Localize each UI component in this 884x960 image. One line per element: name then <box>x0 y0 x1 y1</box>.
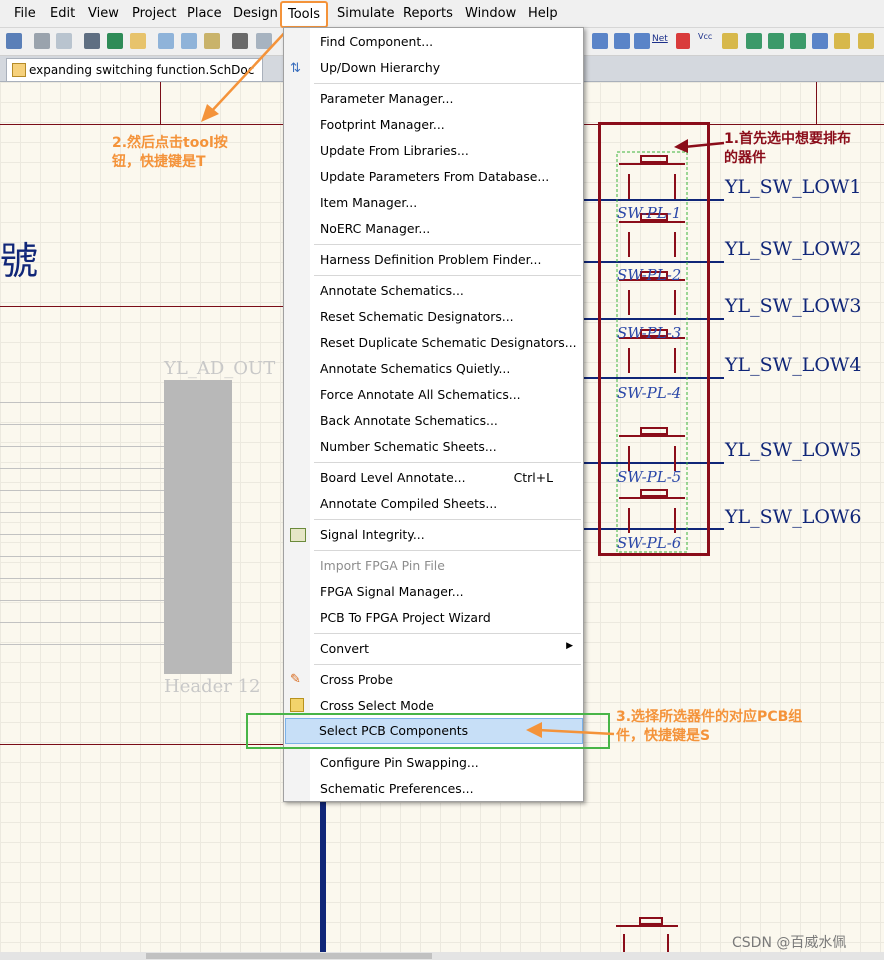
menu-item-pcb-to-fpga-wizard[interactable]: PCB To FPGA Project Wizard <box>320 610 491 625</box>
net-label[interactable]: YL_SW_LOW6 <box>725 506 862 528</box>
menu-view[interactable]: View <box>88 6 119 21</box>
header-designator: YL_AD_OUT <box>164 358 276 379</box>
header-pins <box>0 402 164 664</box>
menu-item-update-parameters-from-database[interactable]: Update Parameters From Database... <box>320 169 549 184</box>
selection-box-annotation <box>598 122 710 556</box>
menu-item-item-manager[interactable]: Item Manager... <box>320 195 417 210</box>
print-icon[interactable] <box>34 33 50 49</box>
annotation-step3: 3.选择所选器件的对应PCB组件，快捷键是S <box>616 709 803 744</box>
menu-item-harness-definition-problem-finder[interactable]: Harness Definition Problem Finder... <box>320 252 541 267</box>
tools-menu: Find Component... Up/Down Hierarchy ⇅ Pa… <box>283 27 584 802</box>
print-preview-icon[interactable] <box>56 33 72 49</box>
menu-item-reset-schematic-designators[interactable]: Reset Schematic Designators... <box>320 309 514 324</box>
harness-icon[interactable] <box>812 33 828 49</box>
cross-select-icon <box>290 698 304 712</box>
menu-window[interactable]: Window <box>465 6 516 21</box>
menu-edit[interactable]: Edit <box>50 6 75 21</box>
menu-item-schematic-preferences[interactable]: Schematic Preferences... <box>320 781 474 796</box>
annotation-arrow-step3 <box>526 722 615 738</box>
scrollbar-thumb[interactable] <box>146 953 432 959</box>
sheet-divider <box>0 306 300 307</box>
sheet-border-tick <box>160 82 161 124</box>
menu-file[interactable]: File <box>14 6 36 21</box>
up-down-arrows-icon: ⇅ <box>290 61 301 76</box>
menu-item-back-annotate[interactable]: Back Annotate Schematics... <box>320 413 498 428</box>
signal-integrity-icon <box>290 528 306 542</box>
net-label[interactable]: YL_SW_LOW3 <box>725 295 862 317</box>
header-name: Header 12 <box>164 676 261 697</box>
menu-place[interactable]: Place <box>187 6 222 21</box>
menu-item-import-fpga-pin-file: Import FPGA Pin File <box>320 558 445 573</box>
menu-design[interactable]: Design <box>233 6 278 21</box>
horizontal-scrollbar[interactable] <box>0 952 884 960</box>
menu-item-configure-pin-swapping[interactable]: Configure Pin Swapping... <box>320 755 479 770</box>
menu-item-cross-select-mode[interactable]: Cross Select Mode <box>320 698 434 713</box>
menu-item-noerc-manager[interactable]: NoERC Manager... <box>320 221 430 236</box>
net-label[interactable]: YL_SW_LOW5 <box>725 439 862 461</box>
shortcut-board-level-annotate: Ctrl+L <box>513 470 553 485</box>
folder-icon[interactable] <box>130 33 146 49</box>
menu-item-cross-probe[interactable]: Cross Probe <box>320 672 393 687</box>
menu-separator <box>314 550 581 551</box>
menu-separator <box>314 519 581 520</box>
annotation-step1: 1.首先选中想要排布的器件 <box>724 131 852 166</box>
menu-help[interactable]: Help <box>528 6 558 21</box>
menu-item-force-annotate-all[interactable]: Force Annotate All Schematics... <box>320 387 521 402</box>
zoom-fit-icon[interactable] <box>158 33 174 49</box>
menu-item-convert[interactable]: Convert <box>320 641 369 656</box>
harness-entry-icon[interactable] <box>858 33 874 49</box>
submenu-arrow-icon: ▶ <box>566 641 573 651</box>
menu-separator <box>314 244 581 245</box>
menu-item-board-level-annotate[interactable]: Board Level Annotate... <box>320 470 466 485</box>
annotation-arrow-step1 <box>674 139 725 153</box>
menu-bar: File Edit View Project Place Design Tool… <box>0 0 884 28</box>
annotation-step2: 2.然后点击tool按钮，快捷键是T <box>112 135 228 170</box>
title-fragment: 號 <box>0 239 39 283</box>
menu-reports[interactable]: Reports <box>403 6 453 21</box>
save-icon[interactable] <box>6 33 22 49</box>
wire-icon[interactable] <box>614 33 630 49</box>
menu-item-annotate-schematics-quietly[interactable]: Annotate Schematics Quietly... <box>320 361 510 376</box>
net-label[interactable]: YL_SW_LOW4 <box>725 354 862 376</box>
menu-project[interactable]: Project <box>132 6 176 21</box>
net-label-tool[interactable]: Net <box>652 34 668 44</box>
menu-simulate[interactable]: Simulate <box>337 6 394 21</box>
menu-separator <box>314 633 581 634</box>
menu-item-fpga-signal-manager[interactable]: FPGA Signal Manager... <box>320 584 464 599</box>
menu-item-reset-duplicate-designators[interactable]: Reset Duplicate Schematic Designators... <box>320 335 577 350</box>
vcc-tool[interactable]: Vcc <box>698 32 712 41</box>
menu-item-annotate-schematics[interactable]: Annotate Schematics... <box>320 283 464 298</box>
harness-connector-icon[interactable] <box>834 33 850 49</box>
menu-item-footprint-manager[interactable]: Footprint Manager... <box>320 117 445 132</box>
cross-probe-icon: ✎ <box>290 672 301 687</box>
menu-item-annotate-compiled-sheets[interactable]: Annotate Compiled Sheets... <box>320 496 497 511</box>
schematic-document-icon <box>12 63 26 77</box>
bus-line <box>320 782 326 960</box>
layers-icon[interactable] <box>84 33 100 49</box>
menu-item-find-component[interactable]: Find Component... <box>320 34 433 49</box>
device-sheet-icon[interactable] <box>790 33 806 49</box>
net-label[interactable]: YL_SW_LOW2 <box>725 238 862 260</box>
menu-item-update-from-libraries[interactable]: Update From Libraries... <box>320 143 469 158</box>
component-icon[interactable] <box>107 33 123 49</box>
menu-separator <box>314 83 581 84</box>
port-icon[interactable] <box>722 33 738 49</box>
bus-entry-icon[interactable] <box>634 33 650 49</box>
sheet-entry-icon[interactable] <box>768 33 784 49</box>
watermark: CSDN @百威水佩 <box>732 935 847 951</box>
menu-item-parameter-manager[interactable]: Parameter Manager... <box>320 91 453 106</box>
ground-icon[interactable] <box>676 33 690 49</box>
sheet-border-tick <box>816 82 817 124</box>
menu-item-up-down-hierarchy[interactable]: Up/Down Hierarchy <box>320 60 440 75</box>
header-12-body[interactable] <box>164 380 232 674</box>
menu-separator <box>314 664 581 665</box>
menu-item-number-schematic-sheets[interactable]: Number Schematic Sheets... <box>320 439 497 454</box>
menu-separator <box>314 462 581 463</box>
menu-separator <box>314 275 581 276</box>
bus-icon[interactable] <box>592 33 608 49</box>
net-label[interactable]: YL_SW_LOW1 <box>725 176 862 198</box>
menu-item-signal-integrity[interactable]: Signal Integrity... <box>320 527 425 542</box>
sheet-symbol-icon[interactable] <box>746 33 762 49</box>
